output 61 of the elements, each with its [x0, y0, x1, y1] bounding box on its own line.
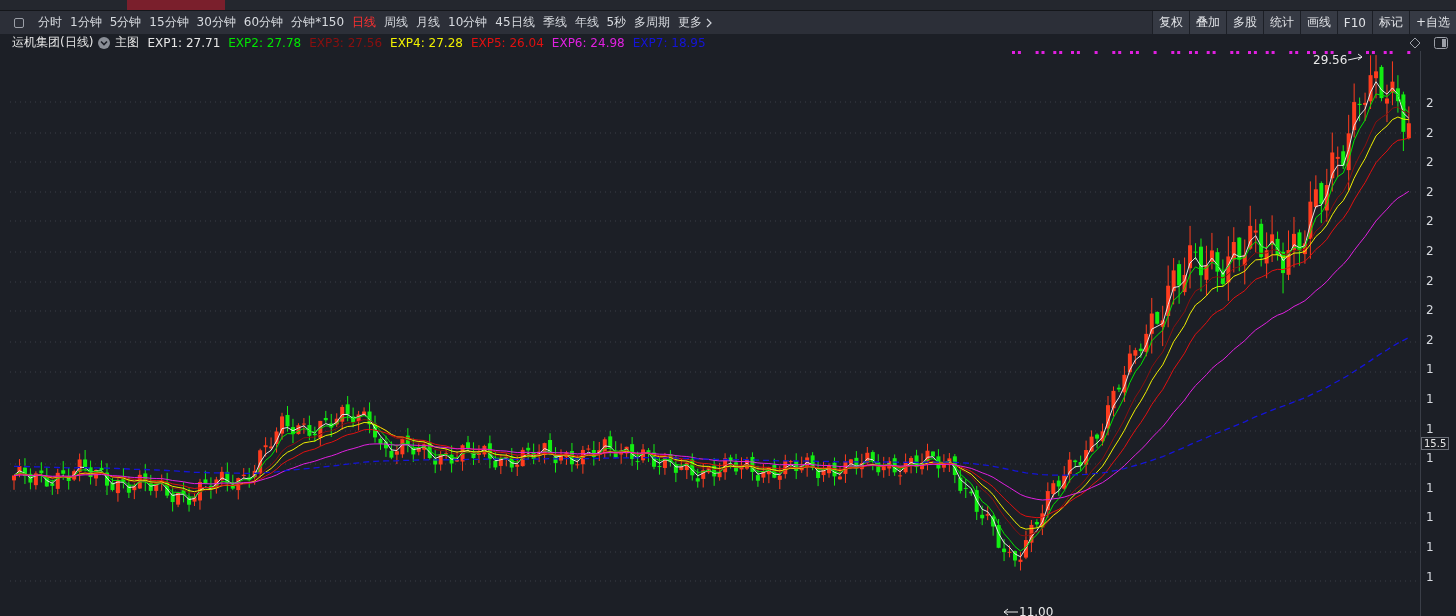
- axis-label: 2: [1425, 331, 1434, 348]
- period-tab[interactable]: 10分钟: [444, 12, 492, 33]
- period-tab[interactable]: 多周期: [630, 12, 675, 33]
- period-tab[interactable]: 30分钟: [192, 12, 240, 33]
- axis-label: 1: [1425, 538, 1434, 555]
- axis-label: 1: [1425, 509, 1434, 526]
- toolbar-button[interactable]: 多股: [1225, 11, 1263, 34]
- axis-label: 1: [1425, 390, 1434, 407]
- indicator-value: EXP2: 27.78: [228, 35, 302, 50]
- indicator-value: EXP5: 26.04: [470, 35, 544, 50]
- toolbar-button[interactable]: 复权: [1151, 11, 1189, 34]
- axis-label: 2: [1425, 272, 1434, 289]
- axis-label: 2: [1425, 154, 1434, 171]
- chart-label: 主图: [115, 34, 140, 51]
- axis-label: 2: [1425, 242, 1434, 259]
- chevron-icon: [705, 17, 714, 28]
- axis-label: 1: [1425, 420, 1434, 437]
- period-tab[interactable]: 季线: [538, 12, 571, 33]
- indicator-value: EXP7: 18.95: [632, 35, 706, 50]
- stock-title: 运机集团(日线): [12, 34, 94, 51]
- axis-label: 2: [1425, 302, 1434, 319]
- toolbar-button[interactable]: 画线: [1299, 11, 1337, 34]
- period-tab[interactable]: 分时: [34, 12, 66, 33]
- indicator-value: EXP1: 27.71: [147, 35, 221, 50]
- high-price-label: 29.56: [1313, 53, 1348, 67]
- period-tab[interactable]: 年线: [570, 12, 603, 33]
- panel-icon[interactable]: [1434, 36, 1448, 49]
- indicator-value: EXP6: 24.98: [551, 35, 625, 50]
- period-tab[interactable]: 分钟*150: [287, 12, 349, 33]
- axis-label: 2: [1425, 124, 1434, 141]
- axis-label: 1: [1425, 568, 1434, 585]
- period-tab[interactable]: 日线: [348, 12, 381, 33]
- indicator-value: EXP3: 27.56: [309, 35, 383, 50]
- indicator-value: EXP4: 27.28: [390, 35, 463, 50]
- axis-label: 1: [1425, 361, 1434, 378]
- toolbar-button[interactable]: +自选: [1408, 11, 1456, 34]
- axis-label: 2: [1425, 183, 1434, 200]
- period-tab[interactable]: 60分钟: [239, 12, 288, 33]
- period-tab[interactable]: 5秒: [602, 12, 631, 33]
- toolbar-button[interactable]: F10: [1336, 11, 1372, 34]
- axis-label: 2: [1425, 95, 1434, 111]
- period-tab[interactable]: 45日线: [491, 12, 539, 33]
- more-button[interactable]: 更多: [674, 12, 718, 33]
- axis-label: 1: [1425, 479, 1434, 496]
- leader-line: [1347, 53, 1363, 61]
- dropdown-icon[interactable]: [98, 36, 111, 49]
- low-price-label: 11.00: [1019, 605, 1054, 616]
- toolbar-button[interactable]: 标记: [1371, 11, 1409, 34]
- period-tab[interactable]: 5分钟: [105, 12, 146, 33]
- diamond-icon[interactable]: [1409, 36, 1421, 49]
- period-tab[interactable]: 周线: [380, 12, 413, 33]
- axis-label: 2: [1425, 213, 1434, 230]
- axis-label: 1: [1425, 450, 1434, 467]
- period-tab[interactable]: 1分钟: [66, 12, 106, 33]
- current-price-label: 15.5: [1421, 437, 1450, 450]
- period-tab[interactable]: 月线: [412, 12, 445, 33]
- leader-line: [1003, 608, 1019, 616]
- toolbar-button[interactable]: 统计: [1262, 11, 1300, 34]
- period-tab[interactable]: 15分钟: [145, 12, 193, 33]
- toolbar-button[interactable]: 叠加: [1188, 11, 1226, 34]
- sidebar-toggle-icon[interactable]: [14, 17, 24, 28]
